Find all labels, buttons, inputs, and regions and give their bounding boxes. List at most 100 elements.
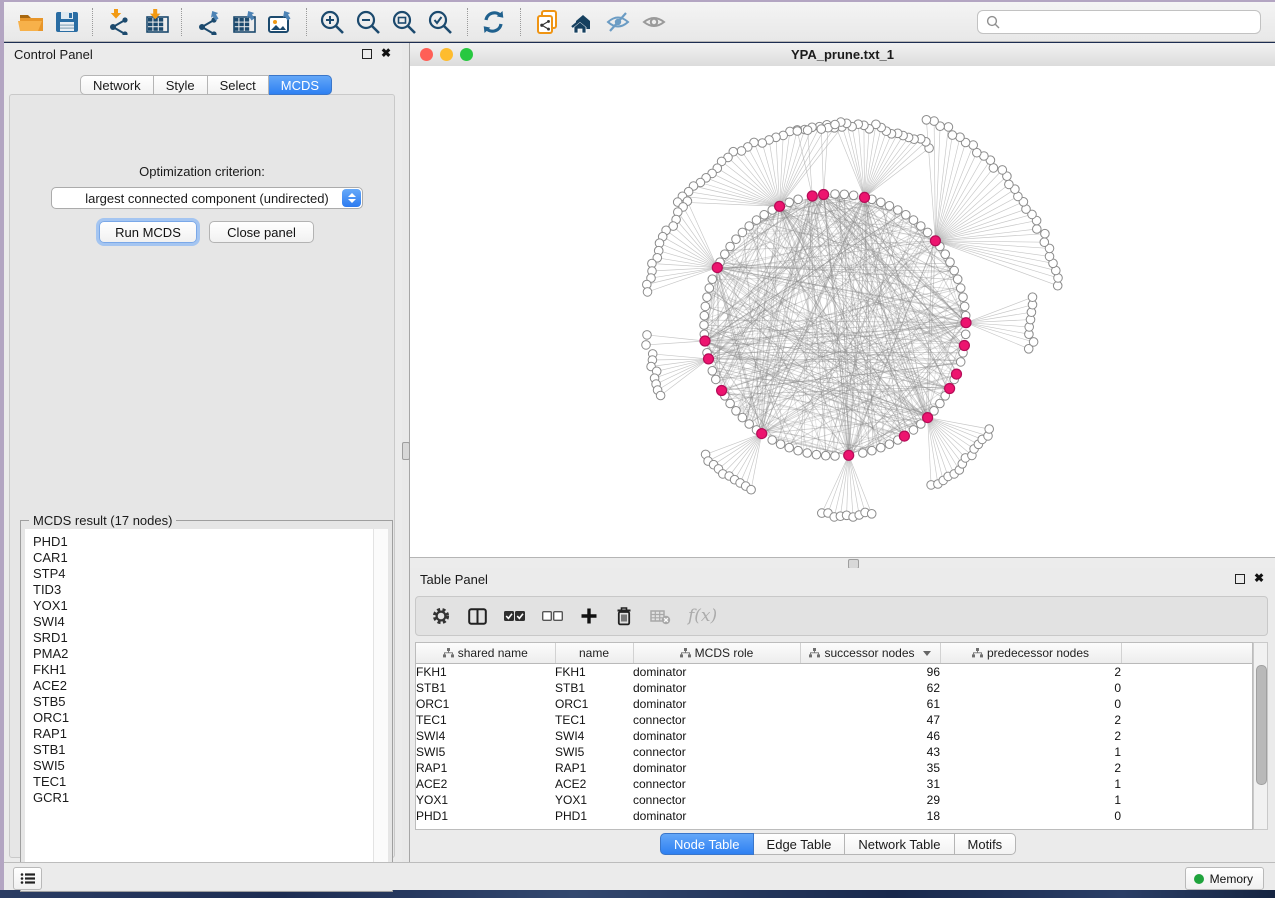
close-panel-button[interactable]: Close panel: [209, 221, 314, 243]
mcds-result-item[interactable]: FKH1: [33, 662, 374, 678]
table-row[interactable]: ACE2ACE2connector311: [416, 776, 1252, 792]
column-header-shared-name[interactable]: shared name: [416, 643, 555, 664]
toolbar-zoom-in-button[interactable]: [315, 6, 351, 38]
table-row[interactable]: YOX1YOX1connector291: [416, 792, 1252, 808]
mcds-result-item[interactable]: PHD1: [33, 534, 374, 550]
delete-row-button[interactable]: [615, 604, 633, 628]
select-all-button[interactable]: [504, 604, 525, 628]
delete-table-button[interactable]: [650, 604, 671, 628]
table-tab-motifs[interactable]: Motifs: [955, 833, 1017, 855]
tab-style[interactable]: Style: [154, 75, 208, 95]
mcds-result-item[interactable]: TID3: [33, 582, 374, 598]
toolbar-show-all-button[interactable]: [637, 6, 673, 38]
duplicate-network-icon: [533, 9, 561, 35]
toolbar-import-network-button[interactable]: [101, 6, 137, 38]
network-window-title: YPA_prune.txt_1: [410, 43, 1275, 66]
toolbar-duplicate-network-button[interactable]: [529, 6, 565, 38]
cell-name: ORC1: [555, 696, 633, 712]
tab-select[interactable]: Select: [208, 75, 269, 95]
table-tab-node-table[interactable]: Node Table: [660, 833, 754, 855]
search-input[interactable]: [1006, 14, 1252, 31]
mcds-result-item[interactable]: ACE2: [33, 678, 374, 694]
cell-name: RAP1: [555, 760, 633, 776]
mcds-result-item[interactable]: STB1: [33, 742, 374, 758]
close-panel-icon[interactable]: ✖: [381, 46, 391, 60]
toolbar-import-table-button[interactable]: [137, 6, 173, 38]
task-history-button[interactable]: [13, 867, 42, 890]
mcds-result-item[interactable]: TEC1: [33, 774, 374, 790]
tab-network[interactable]: Network: [80, 75, 154, 95]
mcds-result-item[interactable]: STB5: [33, 694, 374, 710]
add-row-button[interactable]: [580, 604, 598, 628]
toolbar-save-session-button[interactable]: [48, 6, 84, 38]
toolbar-export-table-button[interactable]: [226, 6, 262, 38]
mcds-result-item[interactable]: RAP1: [33, 726, 374, 742]
table-row[interactable]: TEC1TEC1connector472: [416, 712, 1252, 728]
toolbar-separator: [520, 8, 521, 36]
run-mcds-button[interactable]: Run MCDS: [99, 221, 197, 243]
mcds-result-item[interactable]: YOX1: [33, 598, 374, 614]
table-row[interactable]: PHD1PHD1dominator180: [416, 808, 1252, 824]
toolbar-first-neighbors-button[interactable]: [565, 6, 601, 38]
table-settings-button[interactable]: [431, 604, 451, 628]
table-row[interactable]: FKH1FKH1dominator962: [416, 664, 1252, 681]
mcds-result-title: MCDS result (17 nodes): [29, 513, 176, 528]
float-panel-icon[interactable]: [362, 49, 372, 59]
table-row[interactable]: ORC1ORC1dominator610: [416, 696, 1252, 712]
float-panel-icon[interactable]: [1235, 574, 1245, 584]
scrollbar-thumb[interactable]: [1256, 665, 1267, 785]
column-header-name[interactable]: name: [555, 643, 633, 664]
table-row[interactable]: SWI4SWI4dominator462: [416, 728, 1252, 744]
column-layout-button[interactable]: [468, 604, 487, 628]
cell-mcds_role: dominator: [633, 680, 800, 696]
table-tabs: Node TableEdge TableNetwork TableMotifs: [660, 833, 1016, 855]
table-row[interactable]: SWI5SWI5connector431: [416, 744, 1252, 760]
mcds-result-item[interactable]: ORC1: [33, 710, 374, 726]
memory-button[interactable]: Memory: [1185, 867, 1264, 890]
toolbar-icon-groups: [12, 6, 673, 38]
mcds-result-item[interactable]: SWI5: [33, 758, 374, 774]
cell-mcds_role: dominator: [633, 760, 800, 776]
toolbar-open-file-button[interactable]: [12, 6, 48, 38]
toolbar-separator: [181, 8, 182, 36]
column-header-predecessor-nodes[interactable]: predecessor nodes: [940, 643, 1121, 664]
toolbar-zoom-fit-button[interactable]: [387, 6, 423, 38]
column-label: predecessor nodes: [987, 646, 1089, 660]
function-builder-button[interactable]: f(x): [688, 604, 717, 628]
horizontal-splitter[interactable]: [410, 557, 1275, 568]
deselect-all-button[interactable]: [542, 604, 563, 628]
toolbar-zoom-out-button[interactable]: [351, 6, 387, 38]
mcds-result-item[interactable]: GCR1: [33, 790, 374, 806]
cell-predecessor_nodes: 1: [940, 744, 1121, 760]
cell-filler: [1121, 712, 1252, 728]
mcds-result-item[interactable]: PMA2: [33, 646, 374, 662]
mcds-result-item[interactable]: SWI4: [33, 614, 374, 630]
table-row[interactable]: STB1STB1dominator620: [416, 680, 1252, 696]
mcds-result-group: MCDS result (17 nodes) PHD1CAR1STP4TID3Y…: [20, 520, 393, 892]
control-panel-tabs: NetworkStyleSelectMCDS: [80, 75, 332, 95]
table-tab-edge-table[interactable]: Edge Table: [754, 833, 846, 855]
toolbar-refresh-view-button[interactable]: [476, 6, 512, 38]
cell-name: PHD1: [555, 808, 633, 824]
network-canvas[interactable]: [410, 66, 1275, 557]
column-header-MCDS-role[interactable]: MCDS role: [633, 643, 800, 664]
table-tab-network-table[interactable]: Network Table: [845, 833, 954, 855]
table-scrollbar[interactable]: [1253, 642, 1268, 830]
mcds-result-scrollbar[interactable]: [373, 529, 388, 887]
toolbar-zoom-selected-button[interactable]: [423, 6, 459, 38]
column-label: shared name: [458, 646, 528, 660]
tab-mcds[interactable]: MCDS: [269, 75, 332, 95]
vertical-splitter[interactable]: [402, 43, 410, 862]
mcds-panel-body: Optimization criterion: largest connecte…: [9, 94, 395, 858]
toolbar-export-network-button[interactable]: [190, 6, 226, 38]
mcds-result-item[interactable]: CAR1: [33, 550, 374, 566]
toolbar-hide-selected-button[interactable]: [601, 6, 637, 38]
close-panel-icon[interactable]: ✖: [1254, 571, 1264, 585]
splitter-grip[interactable]: [402, 442, 410, 460]
mcds-result-item[interactable]: STP4: [33, 566, 374, 582]
criterion-select[interactable]: largest connected component (undirected): [51, 187, 363, 209]
column-header-successor-nodes[interactable]: successor nodes: [800, 643, 940, 664]
toolbar-export-image-button[interactable]: [262, 6, 298, 38]
mcds-result-item[interactable]: SRD1: [33, 630, 374, 646]
table-row[interactable]: RAP1RAP1dominator352: [416, 760, 1252, 776]
